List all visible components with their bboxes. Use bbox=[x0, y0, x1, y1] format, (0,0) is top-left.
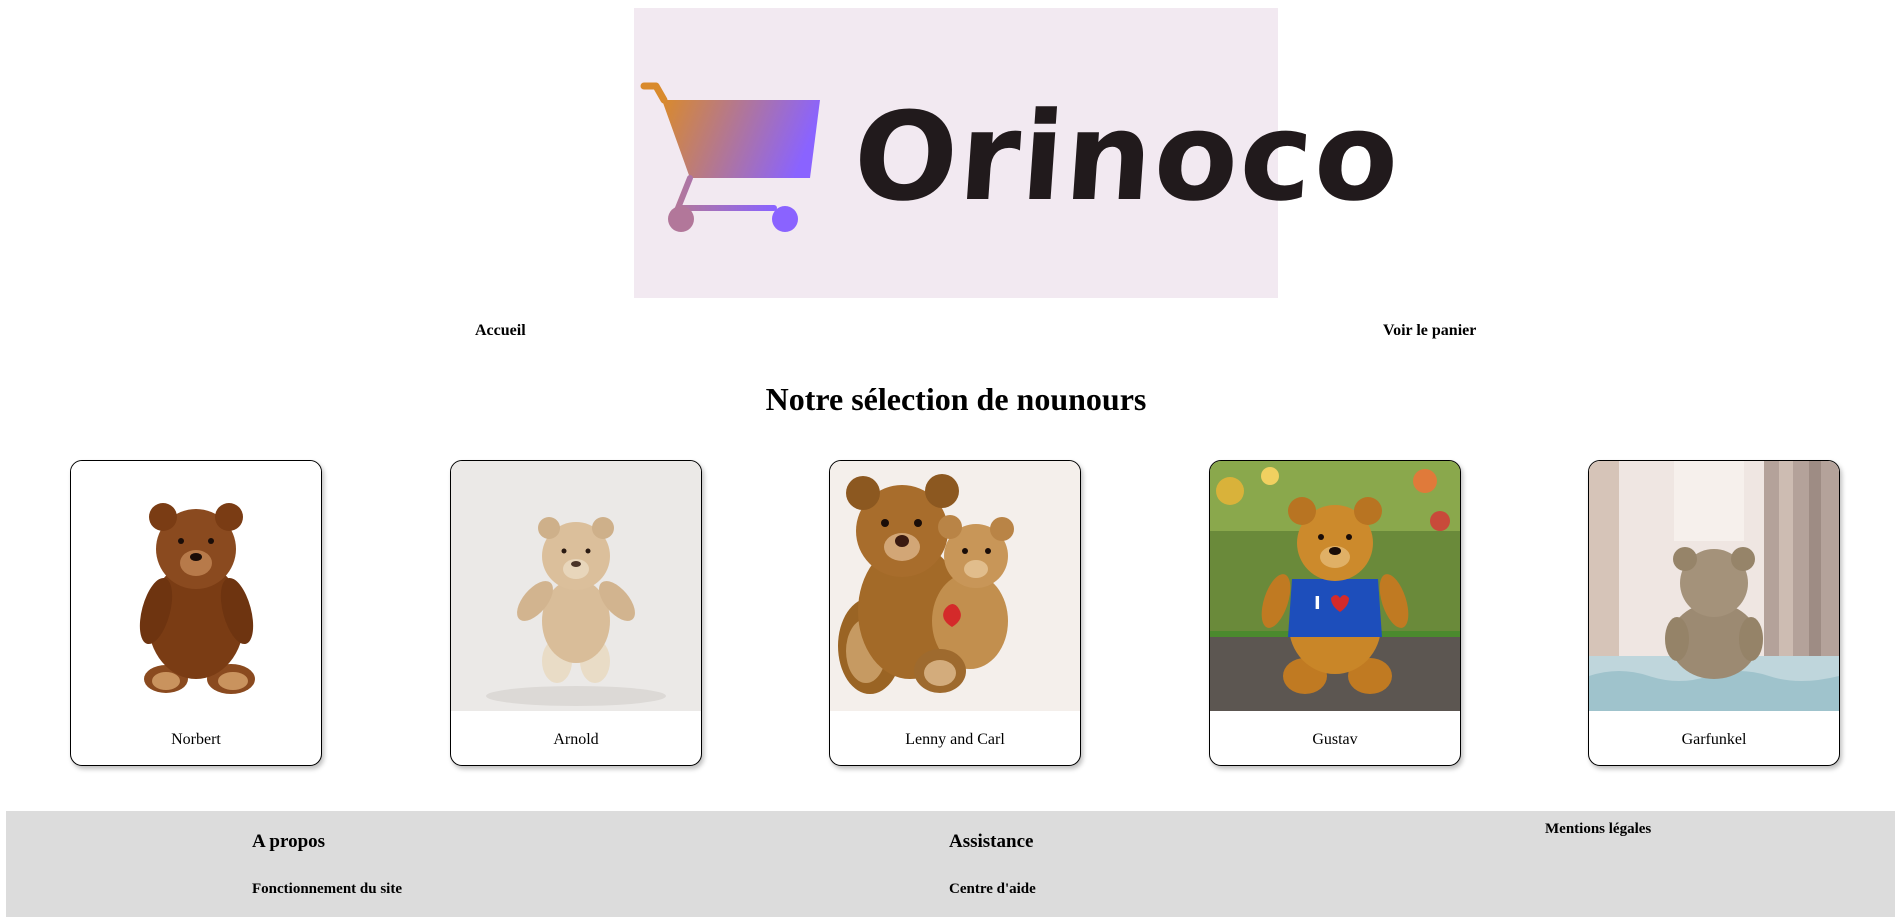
page-title: Notre sélection de nounours bbox=[765, 381, 1147, 417]
teddy-bear-photo: I bbox=[1210, 461, 1460, 711]
brand-logo[interactable]: Orinoco bbox=[634, 8, 1405, 298]
nav-cart-link[interactable]: Voir le panier bbox=[1383, 322, 1476, 340]
nav-home-link[interactable]: Accueil bbox=[475, 322, 526, 340]
product-name: Arnold bbox=[553, 731, 599, 748]
product-name: Norbert bbox=[171, 731, 221, 748]
footer: A propos Fonctionnement du site Assistan… bbox=[6, 811, 1895, 917]
product-card-garfunkel[interactable]: Garfunkel bbox=[1588, 460, 1840, 766]
product-card-lenny-and-carl[interactable]: Lenny and Carl bbox=[829, 460, 1081, 766]
product-name: Lenny and Carl bbox=[905, 731, 1005, 748]
brand-name: Orinoco bbox=[849, 86, 1406, 228]
product-card-arnold[interactable]: Arnold bbox=[450, 460, 702, 766]
footer-support-heading: Assistance bbox=[949, 831, 1034, 852]
product-card-gustav[interactable]: I Gustav bbox=[1209, 460, 1461, 766]
product-card-norbert[interactable]: Norbert bbox=[70, 460, 322, 766]
teddy-bear-photo bbox=[830, 461, 1080, 711]
teddy-bear-photo bbox=[71, 461, 321, 711]
teddy-bear-photo bbox=[451, 461, 701, 711]
page: Orinoco Accueil Voir le panier Notre sél… bbox=[0, 0, 1895, 917]
product-name: Garfunkel bbox=[1681, 731, 1747, 748]
footer-help-center-link[interactable]: Centre d'aide bbox=[949, 881, 1036, 898]
footer-legal-link[interactable]: Mentions légales bbox=[1545, 821, 1651, 838]
footer-about-heading: A propos bbox=[252, 831, 326, 852]
footer-how-it-works-link[interactable]: Fonctionnement du site bbox=[252, 881, 402, 898]
product-name: Gustav bbox=[1312, 731, 1358, 748]
svg-text:I: I bbox=[1314, 593, 1321, 614]
teddy-bear-photo bbox=[1589, 461, 1839, 711]
